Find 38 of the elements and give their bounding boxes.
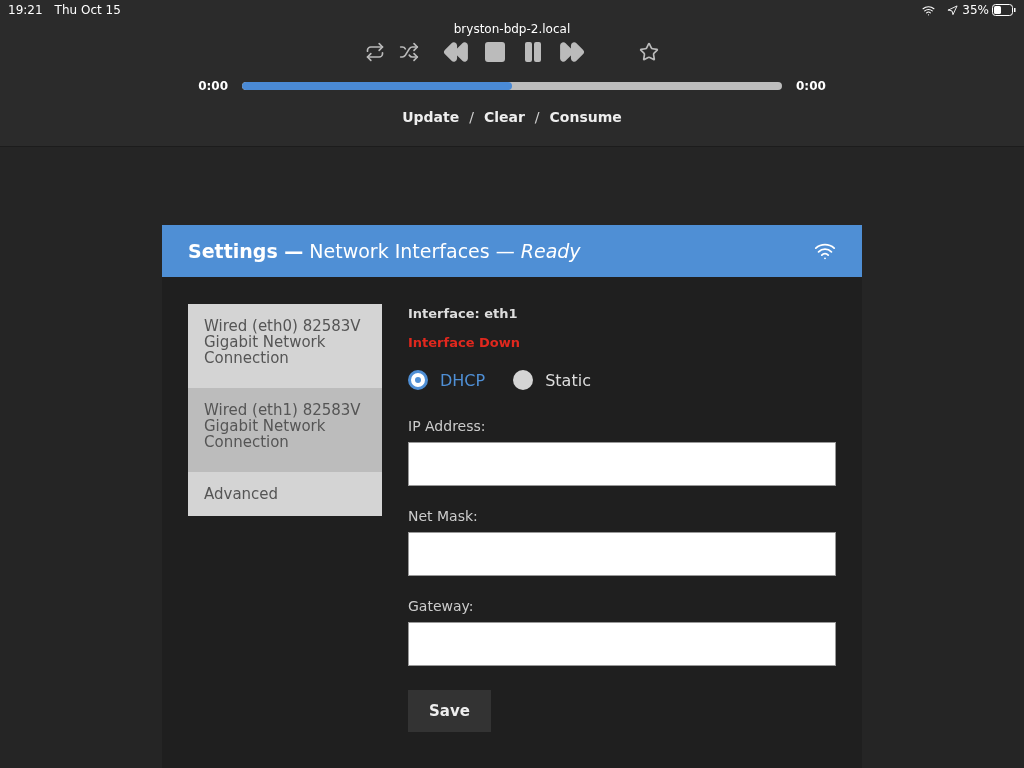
input-field[interactable] (408, 532, 836, 576)
field-label: Gateway: (408, 598, 475, 614)
mode-radio[interactable]: Static (513, 370, 591, 390)
field-label: Net Mask: (408, 508, 479, 524)
panel-title: Settings — Network Interfaces — Ready (188, 240, 581, 262)
interface-name: Interface: eth1 (408, 306, 519, 321)
separator-slash: / (534, 109, 540, 125)
elapsed-time: 0:00 (198, 79, 228, 93)
sidebar-item[interactable]: Wired (eth0) 82583V Gigabit Network Connection (188, 304, 382, 388)
sidebar-item[interactable]: Advanced (188, 472, 382, 516)
sidebar-item[interactable]: Wired (eth1) 82583V Gigabit Network Connection (188, 388, 382, 472)
battery-icon (992, 4, 1016, 16)
action-link[interactable]: Clear (483, 109, 525, 125)
action-link[interactable]: Consume (549, 109, 622, 125)
progress-track[interactable] (242, 82, 782, 90)
shuffle-icon[interactable] (399, 42, 419, 62)
stop-icon[interactable] (483, 40, 507, 64)
interface-status: Interface Down (408, 335, 521, 350)
radio-dot[interactable] (408, 370, 428, 390)
date-text: Thu Oct 15 (54, 3, 121, 17)
repeat-icon[interactable] (365, 42, 385, 62)
star-icon[interactable] (639, 42, 659, 62)
location-arrow-icon (947, 4, 959, 16)
action-link[interactable]: Update (402, 109, 460, 125)
rewind-icon[interactable] (443, 39, 469, 65)
fast-forward-icon[interactable] (559, 39, 585, 65)
battery-percentage: 35% (962, 3, 989, 17)
input-field[interactable] (408, 442, 836, 486)
clock-time: 19:21 (8, 3, 43, 17)
mode-radio[interactable]: DHCP (408, 370, 486, 390)
field-label: IP Address: (408, 418, 487, 434)
wifi-icon (922, 3, 936, 17)
duration-time: 0:00 (796, 79, 826, 93)
separator-slash: / (469, 109, 474, 125)
save-button[interactable]: Save (408, 690, 491, 732)
input-field[interactable] (408, 622, 836, 666)
radio-dot[interactable] (513, 370, 534, 390)
host-name: bryston-bdp-2.local (453, 22, 571, 36)
